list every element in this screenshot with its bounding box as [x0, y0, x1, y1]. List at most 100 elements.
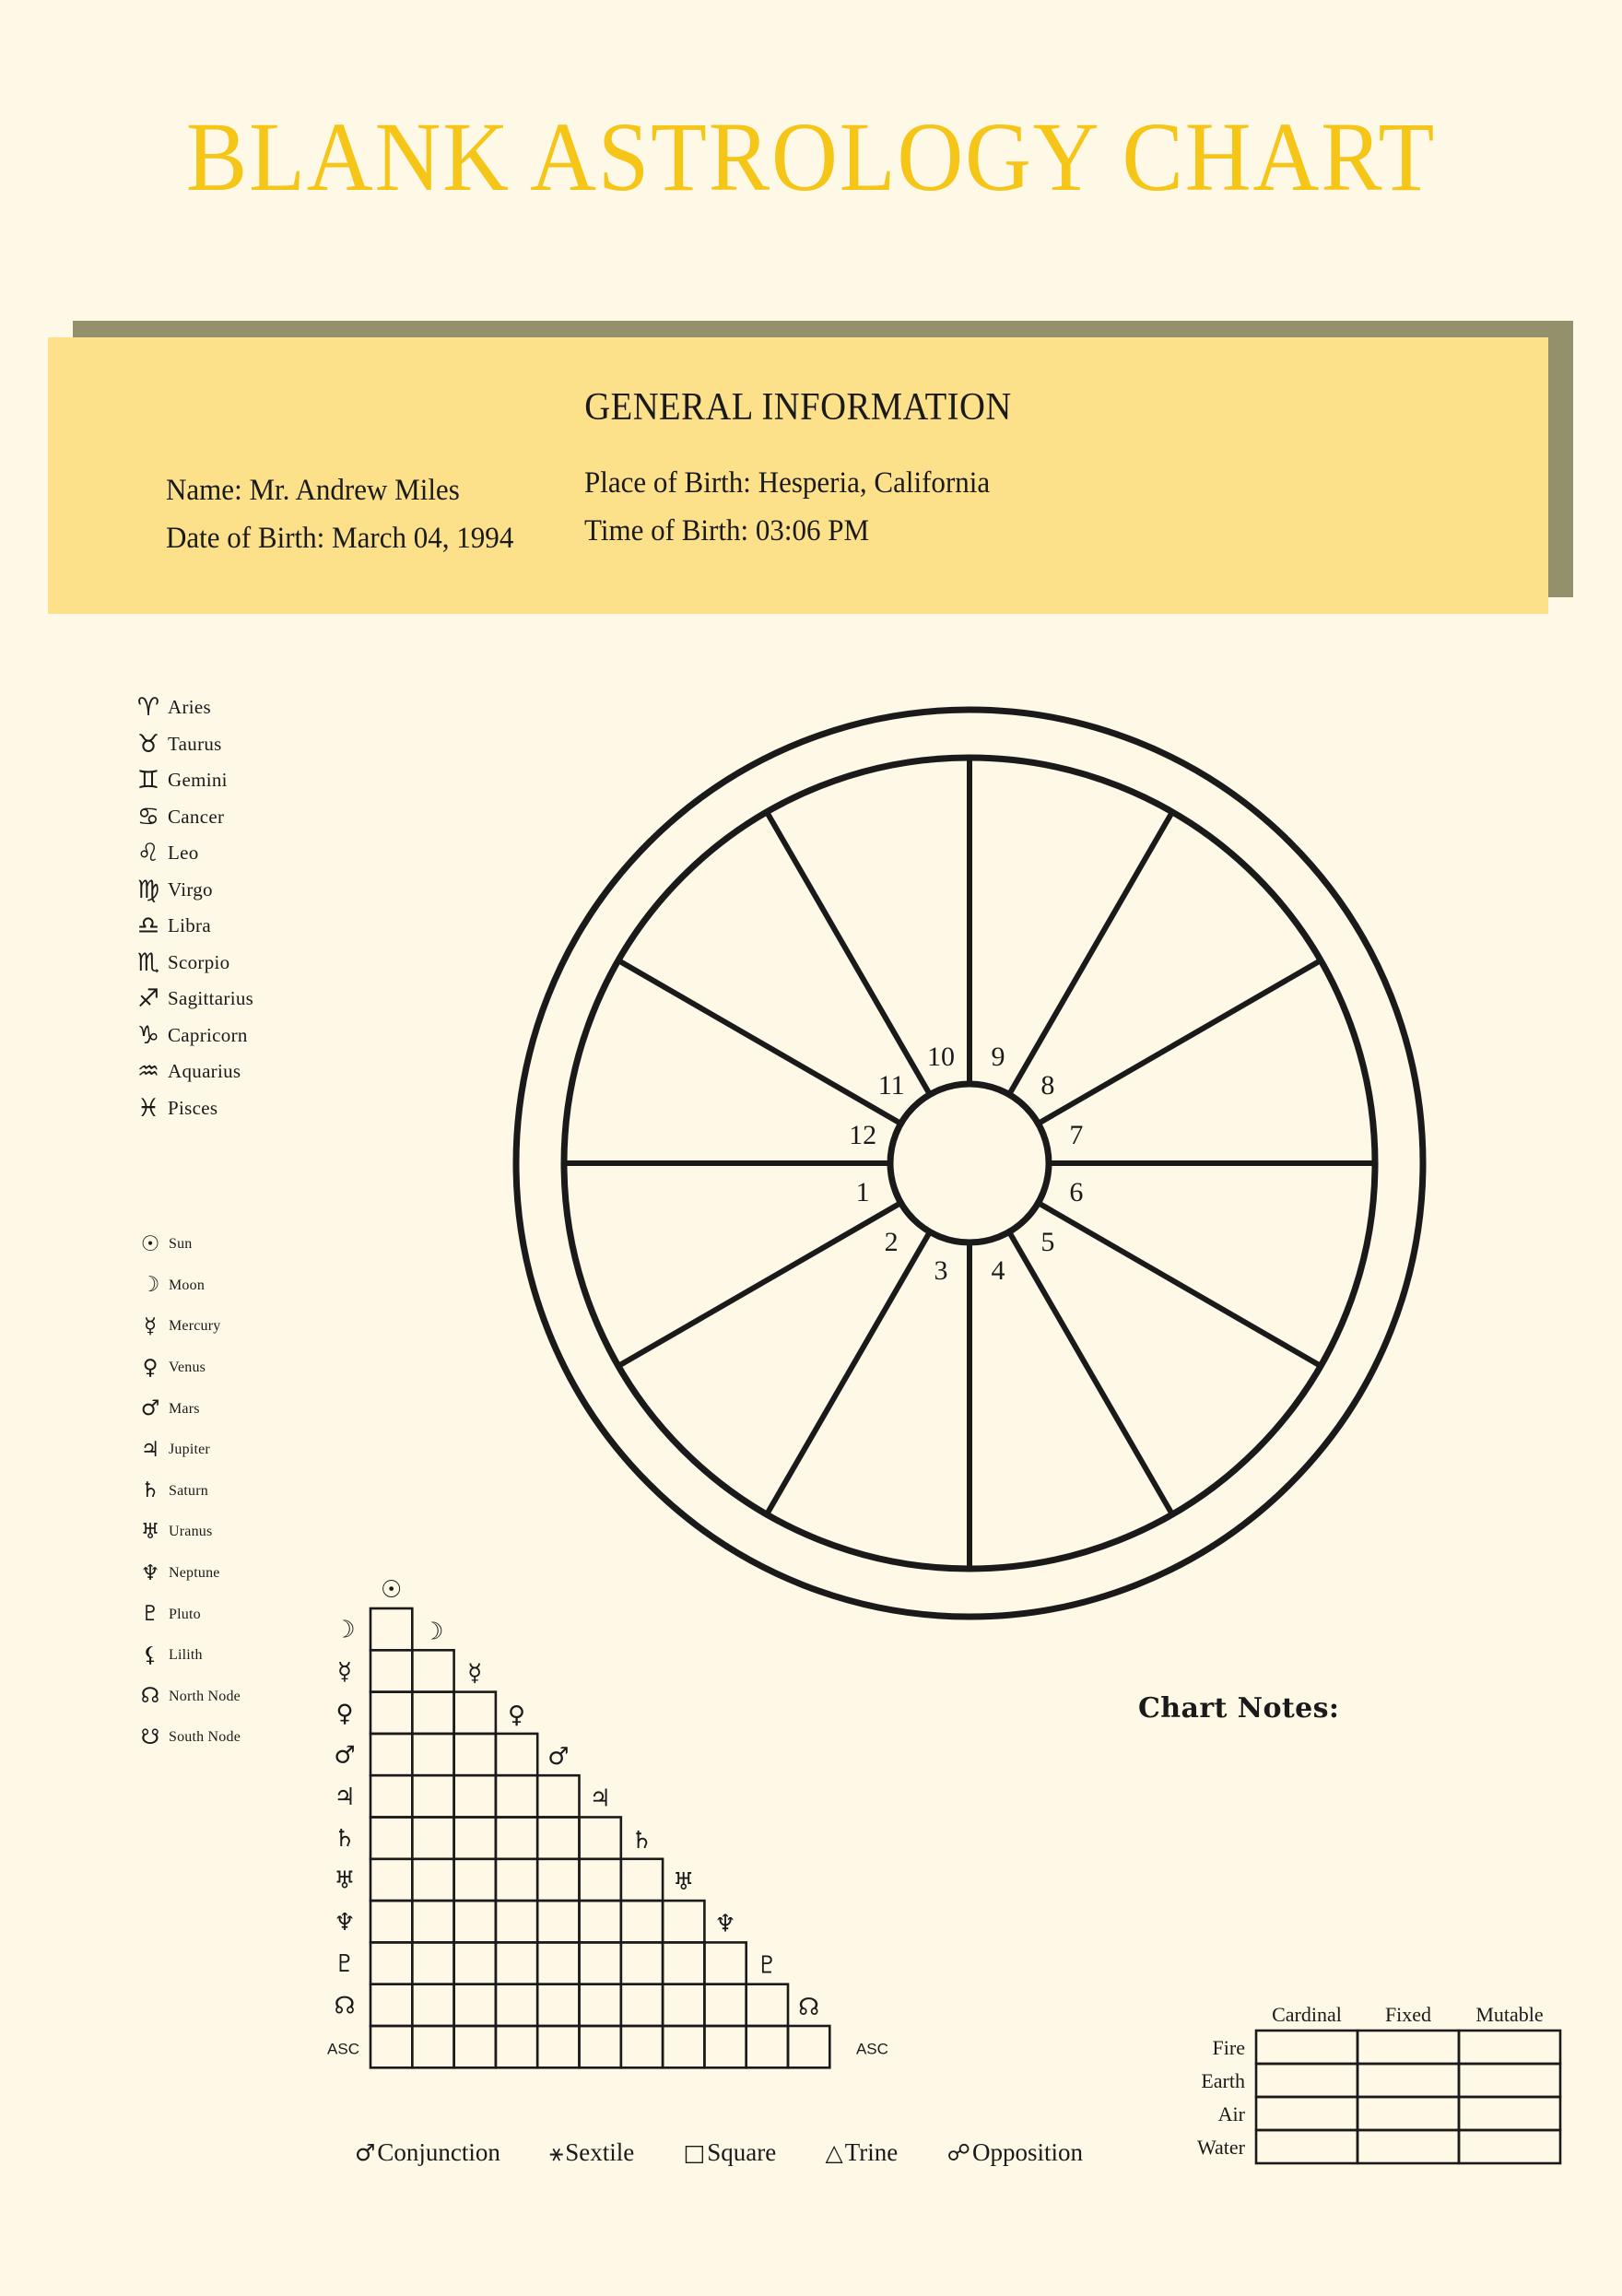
sign-row: ♑ Capricorn — [129, 1018, 359, 1054]
element-table-row-header: Fire — [1213, 2036, 1245, 2059]
aspect-cell[interactable] — [619, 1983, 664, 2028]
aspect-cell[interactable] — [411, 1773, 455, 1819]
aspect-cell[interactable] — [619, 1899, 664, 1944]
aspect-cell[interactable] — [661, 1983, 706, 2028]
aspect-cell[interactable] — [369, 1983, 414, 2028]
aspect-cell[interactable] — [745, 2024, 790, 2069]
aspect-cell[interactable] — [535, 1941, 581, 1985]
aspect-cell[interactable] — [578, 1941, 623, 1985]
aspect-cell[interactable] — [494, 1773, 539, 1819]
aspect-cell[interactable] — [703, 1983, 747, 2028]
aspect-cell[interactable] — [578, 1857, 623, 1902]
scorpio-glyph-icon: ♏ — [136, 948, 160, 977]
aspect-cell[interactable] — [369, 2024, 414, 2069]
aspect-cell[interactable] — [369, 1690, 414, 1736]
aspect-cell[interactable] — [535, 1857, 581, 1902]
aspect-cell[interactable] — [578, 2024, 623, 2069]
aspect-cell[interactable] — [578, 1816, 623, 1861]
element-table-cell[interactable] — [1254, 2029, 1359, 2066]
wheel-spoke — [764, 1230, 933, 1516]
aspect-cell[interactable] — [703, 2024, 747, 2069]
aspect-cell[interactable] — [494, 2024, 539, 2069]
aspect-legend: ♂ Conjunction ⚹ Sextile □ Square △ Trine ☍ Opposi… — [355, 2138, 1083, 2167]
element-table-cell[interactable] — [1457, 2095, 1562, 2132]
aspect-grid[interactable]: ☽ ☿ ♀ ♂ ♃ ♄ ♅ ♆ ♇ ☊ ASC ☉ ☽ ☿ ♀ ♂ ♃ ♄ ♅ ♆ ♇ ☊ ASC — [304, 1558, 1134, 2148]
aspect-cell[interactable] — [453, 1983, 498, 2028]
sign-row: ♐ Sagittarius — [129, 981, 359, 1018]
aspect-cell[interactable] — [535, 1773, 581, 1819]
aspect-cell[interactable] — [453, 1941, 498, 1985]
aspect-cell[interactable] — [453, 1899, 498, 1944]
aspect-cell[interactable] — [369, 1649, 414, 1693]
aspect-cell[interactable] — [578, 1983, 623, 2028]
uranus-glyph-icon: ♅ — [140, 1519, 160, 1544]
aspect-cell[interactable] — [411, 2024, 455, 2069]
aspect-cell[interactable] — [494, 1816, 539, 1861]
aspect-cell[interactable] — [494, 1857, 539, 1902]
aspect-cell[interactable] — [411, 1983, 455, 2028]
aspect-cell[interactable] — [453, 2024, 498, 2069]
aspect-col-label-glyph-icon: ☉ — [381, 1576, 402, 1604]
sign-label: Gemini — [168, 769, 228, 792]
house-number-11: 11 — [878, 1070, 905, 1101]
aspect-cell[interactable] — [703, 1941, 747, 1985]
element-table-cell[interactable] — [1457, 2062, 1562, 2099]
element-table-cell[interactable] — [1457, 2128, 1562, 2165]
aspect-cell[interactable] — [411, 1857, 455, 1902]
aspect-cell[interactable] — [619, 2024, 664, 2069]
aspect-cell[interactable] — [535, 1816, 581, 1861]
aspect-cell[interactable] — [745, 1983, 790, 2028]
element-table-cell[interactable] — [1356, 2095, 1461, 2132]
aspect-cell[interactable] — [619, 1857, 664, 1902]
aspect-cell[interactable] — [369, 1899, 414, 1944]
aspect-cell[interactable] — [786, 2024, 831, 2069]
aspect-cell[interactable] — [535, 2024, 581, 2069]
element-table-cell[interactable] — [1254, 2062, 1359, 2099]
aspect-cell[interactable] — [369, 1816, 414, 1861]
aspect-cell[interactable] — [661, 1899, 706, 1944]
aspect-cell[interactable] — [369, 1941, 414, 1985]
element-table-cell[interactable] — [1356, 2029, 1461, 2066]
house-number-12: 12 — [849, 1120, 876, 1150]
opposition-glyph-icon: ☍ — [946, 2139, 970, 2166]
sign-label: Pisces — [168, 1096, 218, 1119]
aspect-cell[interactable] — [494, 1941, 539, 1985]
aspect-cell[interactable] — [411, 1816, 455, 1861]
element-table-cell[interactable] — [1356, 2128, 1461, 2165]
aspect-cell[interactable] — [453, 1690, 498, 1736]
cancer-glyph-icon: ♋ — [136, 802, 160, 831]
aspect-cell[interactable] — [453, 1732, 498, 1777]
aspect-cell[interactable] — [535, 1899, 581, 1944]
aspect-cell[interactable] — [494, 1732, 539, 1777]
aspect-cell[interactable] — [494, 1899, 539, 1944]
element-table-cell[interactable] — [1457, 2029, 1562, 2066]
aspect-cell[interactable] — [411, 1941, 455, 1985]
sign-label: Cancer — [168, 805, 225, 828]
aspect-cell[interactable] — [661, 2024, 706, 2069]
aspect-cell[interactable] — [453, 1773, 498, 1819]
element-modality-table[interactable]: Cardinal Fixed Mutable Fire Earth Air Water — [1147, 1996, 1562, 2171]
aspect-cell[interactable] — [535, 1983, 581, 2028]
aspect-cell[interactable] — [411, 1732, 455, 1777]
aspect-cell[interactable] — [494, 1983, 539, 2028]
aspect-cell[interactable] — [411, 1899, 455, 1944]
element-table-column-header: Fixed — [1385, 2003, 1431, 2026]
wheel-spoke — [764, 810, 933, 1097]
aspect-cell[interactable] — [369, 1773, 414, 1819]
element-table-cell[interactable] — [1356, 2062, 1461, 2099]
aspect-cell[interactable] — [661, 1941, 706, 1985]
aspect-cell[interactable] — [453, 1857, 498, 1902]
aspect-cell[interactable] — [619, 1941, 664, 1985]
aspect-cell[interactable] — [411, 1649, 455, 1693]
aspect-cell[interactable] — [369, 1607, 414, 1652]
aspect-cell[interactable] — [453, 1816, 498, 1861]
planet-label: Moon — [169, 1277, 206, 1293]
aspect-cell[interactable] — [369, 1857, 414, 1902]
element-table-cell[interactable] — [1254, 2095, 1359, 2132]
element-table-cell[interactable] — [1254, 2128, 1359, 2165]
aspect-cell[interactable] — [369, 1732, 414, 1777]
aspect-cell[interactable] — [411, 1690, 455, 1736]
planet-row: ♃ Jupiter — [132, 1430, 362, 1471]
aspect-cell[interactable] — [578, 1899, 623, 1944]
aspect-row-label-glyph-icon: ♀ — [335, 1700, 353, 1727]
